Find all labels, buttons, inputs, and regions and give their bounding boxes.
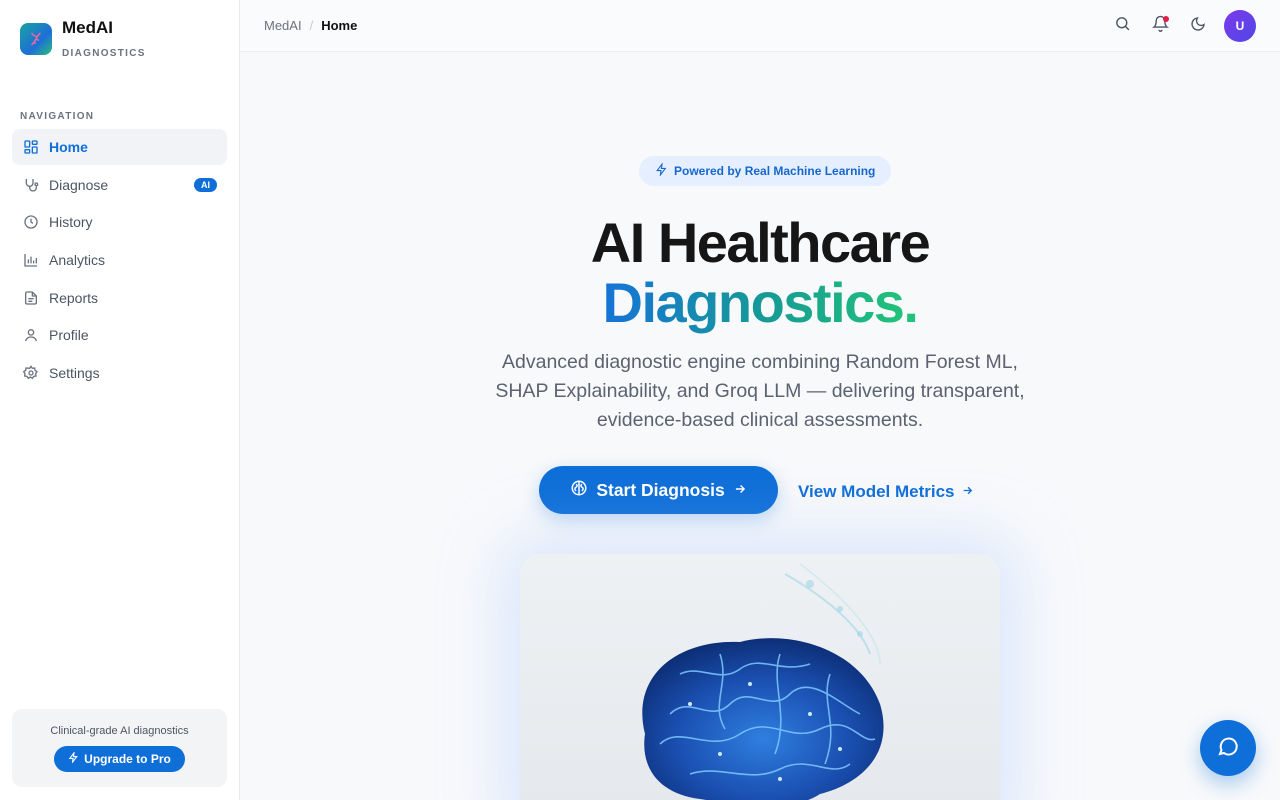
sparkle-icon — [68, 750, 79, 766]
sidebar-item-diagnose[interactable]: Diagnose AI — [12, 167, 227, 203]
brand-name: MedAI — [62, 18, 113, 37]
sidebar: MedAI DIAGNOSTICS NAVIGATION Home Diagno… — [0, 0, 240, 800]
sidebar-item-label: Reports — [49, 289, 99, 306]
user-icon — [22, 327, 39, 344]
breadcrumb-current: Home — [321, 18, 358, 33]
upgrade-button-label: Upgrade to Pro — [84, 752, 171, 766]
document-icon — [22, 289, 39, 306]
chat-button[interactable] — [1200, 720, 1256, 776]
grid-icon — [22, 139, 39, 156]
notification-dot — [1163, 16, 1169, 22]
clock-icon — [22, 214, 39, 231]
sidebar-item-settings[interactable]: Settings — [12, 355, 227, 391]
arrow-right-icon — [961, 482, 974, 502]
stethoscope-icon — [22, 176, 39, 193]
sidebar-item-history[interactable]: History — [12, 204, 227, 240]
sidebar-item-label: Analytics — [49, 252, 106, 269]
top-actions: U — [1110, 10, 1256, 42]
hero-title-gradient: Diagnostics — [602, 271, 905, 334]
brain-icon — [642, 563, 884, 800]
start-diagnosis-button[interactable]: Start Diagnosis — [539, 466, 778, 514]
sidebar-item-analytics[interactable]: Analytics — [12, 242, 227, 278]
upgrade-text: Clinical-grade AI diagnostics — [50, 725, 189, 737]
moon-icon — [1190, 16, 1206, 37]
brand-subtitle: DIAGNOSTICS — [62, 48, 146, 59]
powered-by-pill: Powered by Real Machine Learning — [639, 156, 892, 186]
sidebar-nav: Home Diagnose AI History Analytics Repor… — [12, 129, 227, 393]
sidebar-item-label: Home — [49, 139, 88, 155]
sidebar-item-home[interactable]: Home — [12, 129, 227, 165]
brand[interactable]: MedAI DIAGNOSTICS — [20, 18, 146, 59]
hero-title-dot: . — [903, 271, 919, 334]
brain-illustration — [520, 554, 1000, 800]
lightning-icon — [655, 162, 668, 179]
notifications-button[interactable] — [1148, 14, 1172, 38]
breadcrumb-separator: / — [309, 18, 314, 33]
search-icon — [1114, 15, 1131, 37]
nav-heading: NAVIGATION — [20, 111, 95, 122]
hero-title: AI Healthcare — [590, 211, 931, 274]
sidebar-item-label: Settings — [49, 365, 100, 382]
hero-title-highlight: Diagnostics. — [240, 270, 1280, 335]
hero-description: Advanced diagnostic engine combining Ran… — [495, 351, 1025, 431]
breadcrumb: MedAI / Home — [264, 18, 357, 33]
view-model-metrics-link[interactable]: View Model Metrics — [798, 482, 974, 502]
chat-bubble-icon — [1216, 734, 1240, 763]
sidebar-item-reports[interactable]: Reports — [12, 280, 227, 316]
upgrade-button[interactable]: Upgrade to Pro — [54, 746, 185, 772]
upgrade-card: Clinical-grade AI diagnostics Upgrade to… — [12, 709, 227, 787]
sidebar-item-profile[interactable]: Profile — [12, 317, 227, 353]
breadcrumb-root[interactable]: MedAI — [264, 18, 302, 33]
topbar: MedAI / Home U — [240, 0, 1280, 52]
sidebar-item-label: Profile — [49, 327, 89, 344]
sidebar-item-label: History — [49, 214, 93, 231]
theme-toggle-button[interactable] — [1186, 14, 1210, 38]
avatar[interactable]: U — [1224, 10, 1256, 42]
dna-logo-icon — [20, 23, 52, 55]
pill-label: Powered by Real Machine Learning — [674, 164, 876, 178]
bar-chart-icon — [22, 252, 39, 269]
search-button[interactable] — [1110, 14, 1134, 38]
start-diagnosis-label: Start Diagnosis — [596, 479, 725, 500]
ai-badge: AI — [194, 177, 217, 192]
sidebar-item-label: Diagnose — [49, 176, 109, 193]
brain-icon — [570, 479, 588, 502]
arrow-right-icon — [733, 480, 747, 501]
gear-icon — [22, 365, 39, 382]
view-model-metrics-label: View Model Metrics — [798, 482, 955, 501]
